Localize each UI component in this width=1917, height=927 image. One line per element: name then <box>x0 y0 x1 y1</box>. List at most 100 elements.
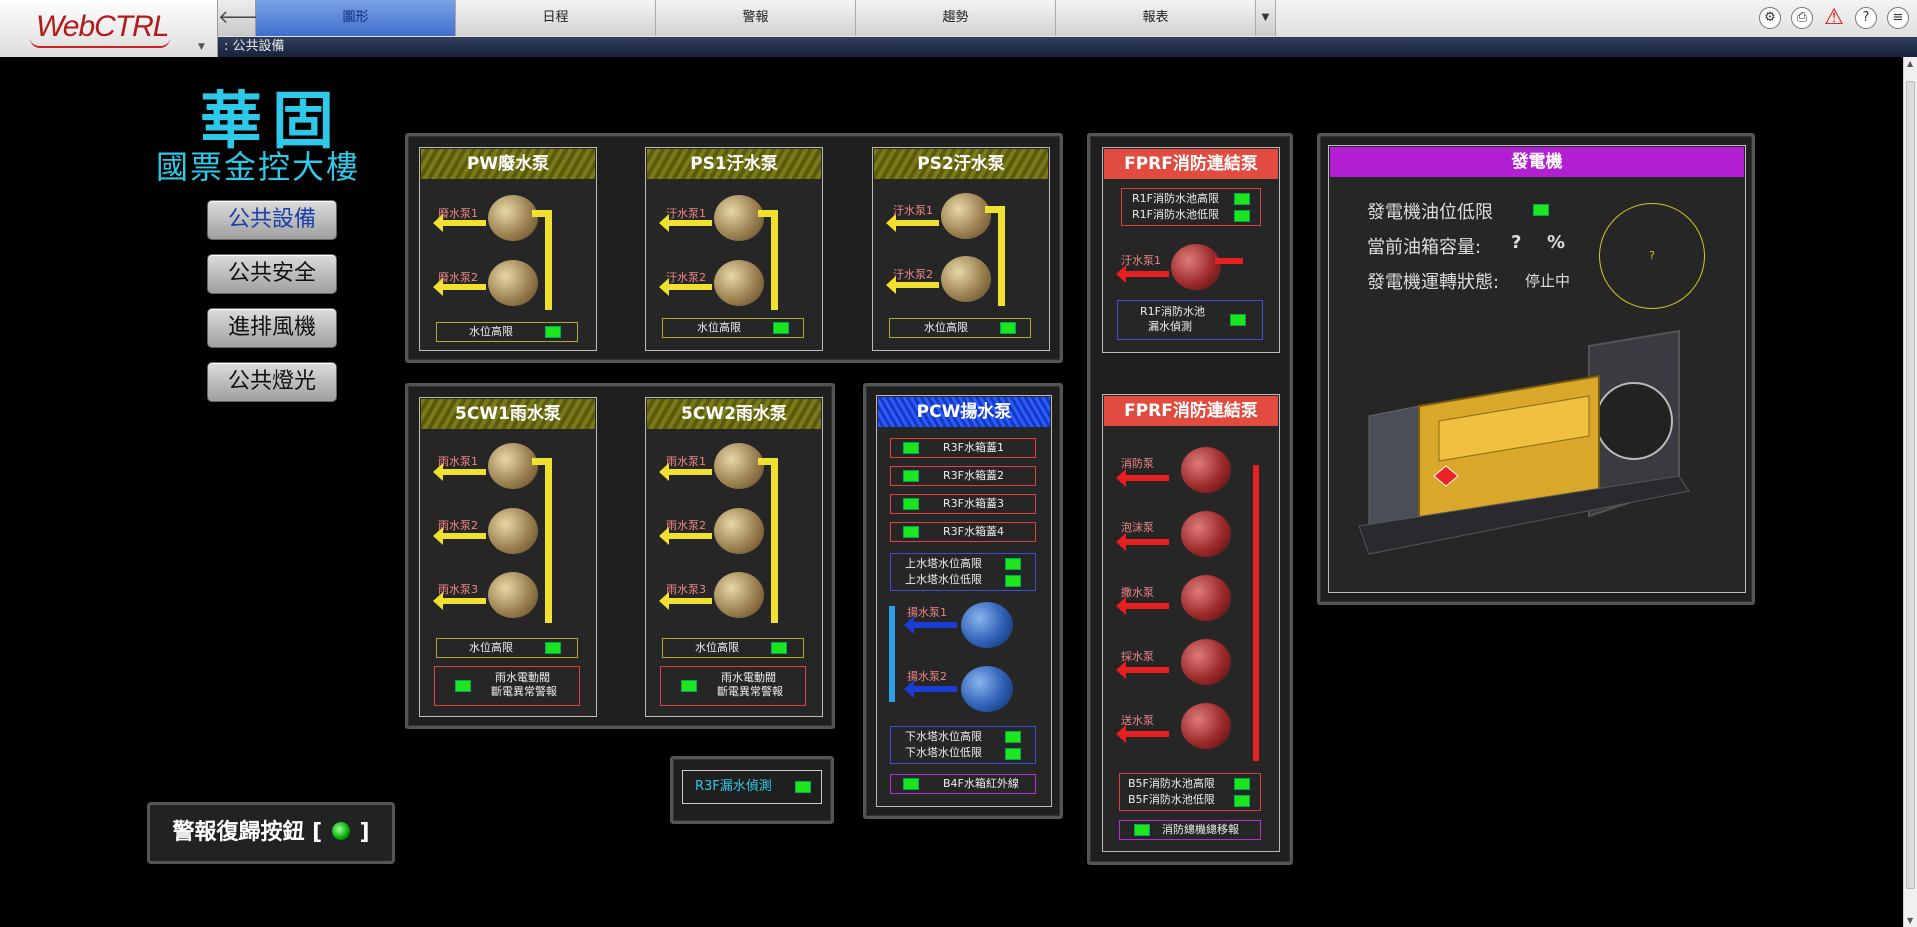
cw2-pump3-icon[interactable] <box>714 572 764 618</box>
cw2-title: 5CW2雨水泵 <box>647 399 821 429</box>
ps2-pump1-arrow <box>886 214 939 232</box>
pcw-pump1-icon[interactable] <box>961 602 1013 648</box>
tab-graphics[interactable]: 圖形 <box>256 0 456 36</box>
vertical-scrollbar[interactable]: ▲ ▼ <box>1903 57 1917 927</box>
pcw-tank2-label: R3F水箱蓋2 <box>943 469 1004 482</box>
pcw-tank4-label: R3F水箱蓋4 <box>943 525 1004 538</box>
tab-reports[interactable]: 報表 <box>1056 0 1256 36</box>
ps1-pump2-arrow <box>659 278 712 296</box>
nav-public-safety-button[interactable]: 公共安全 <box>207 254 337 294</box>
cw1-pump2-arrow <box>433 527 486 545</box>
logo-dropdown-icon[interactable]: ▼ <box>198 42 205 52</box>
pw-pump2-label: 廢水泵2 <box>438 271 478 284</box>
cw2-pipe-riser <box>771 458 778 623</box>
cw2-valve-led <box>681 680 697 692</box>
cw1-pipe-riser <box>545 458 552 623</box>
fprf1-r1f-level: R1F消防水池高限 R1F消防水池低限 <box>1121 188 1261 226</box>
pcw-tank1-label: R3F水箱蓋1 <box>943 441 1004 454</box>
nav-ventilation-button[interactable]: 進排風機 <box>207 308 337 348</box>
back-button[interactable]: 🡐 <box>218 0 266 36</box>
pw-pump1-label: 廢水泵1 <box>438 207 478 220</box>
pcw-tank1-led <box>903 442 919 454</box>
scroll-up-icon[interactable]: ▲ <box>1907 59 1913 68</box>
alarm-reset-led-icon <box>331 822 350 840</box>
pw-title: PW廢水泵 <box>421 149 595 179</box>
cw2-pump2-icon[interactable] <box>714 508 764 554</box>
cw1-pump1-icon[interactable] <box>488 443 538 489</box>
fprf1-pump-icon[interactable] <box>1171 244 1221 290</box>
fprf2-title: FPRF消防連結泵 <box>1104 396 1278 426</box>
scroll-thumb[interactable] <box>1906 81 1915 889</box>
ps2-pump1-label: 汙水泵1 <box>893 204 933 217</box>
ps1-pump2-icon[interactable] <box>714 260 764 306</box>
tabs-more-dropdown-icon[interactable]: ▼ <box>1256 0 1276 36</box>
print-icon[interactable]: ⎙ <box>1791 7 1813 29</box>
cw1-card: 5CW1雨水泵 雨水泵1 雨水泵2 雨水泵3 水位高限 雨水電動閥 斷電異常警報 <box>419 397 597 717</box>
fprf2-relay-label: 消防總機總移報 <box>1162 823 1239 836</box>
fprf2-pump2-icon[interactable] <box>1181 511 1231 557</box>
cw2-level-led <box>771 642 787 654</box>
fprf1-low-label: R1F消防水池低限 <box>1132 208 1219 221</box>
cw2-pump1-label: 雨水泵1 <box>666 455 706 468</box>
cw1-pump2-icon[interactable] <box>488 508 538 554</box>
fprf2-pump3-arrow <box>1116 597 1169 615</box>
pcw-pump2-icon[interactable] <box>961 666 1013 712</box>
pcw-lower-tower: 下水塔水位高限 下水塔水位低限 <box>890 726 1036 764</box>
ps2-pump2-arrow <box>886 276 939 294</box>
fprf2-pump1-icon[interactable] <box>1181 447 1231 493</box>
gen-tank-gauge: ? <box>1599 203 1705 309</box>
ps1-level-led <box>773 322 789 334</box>
cw2-pump1-icon[interactable] <box>714 443 764 489</box>
cw1-level-label: 水位高限 <box>469 641 513 654</box>
cw2-level-status: 水位高限 <box>662 638 804 658</box>
manual-override-icon[interactable]: ⚙ <box>1759 7 1781 29</box>
cw1-pump1-arrow <box>433 463 486 481</box>
fprf2-pump5-icon[interactable] <box>1181 703 1231 749</box>
fprf2-card: FPRF消防連結泵 消防泵 泡沫泵 撒水泵 採水泵 送水泵 B5F消防水池高限 B… <box>1102 394 1280 852</box>
fprf1-title: FPRF消防連結泵 <box>1104 149 1278 179</box>
alarm-warning-icon[interactable]: ⚠ <box>1823 7 1845 29</box>
ps2-card: PS2汙水泵 汙水泵1 汙水泵2 水位高限 <box>872 147 1050 351</box>
generator-card: 發電機 發電機油位低限 當前油箱容量: ? % 發電機運轉狀態: 停止中 ? <box>1328 145 1746 593</box>
main-tabs: 圖形 日程 警報 趨勢 報表 <box>256 0 1256 36</box>
pw-pump1-icon[interactable] <box>488 195 538 241</box>
tab-schedule[interactable]: 日程 <box>456 0 656 36</box>
generator-title: 發電機 <box>1330 147 1744 177</box>
help-icon[interactable]: ? <box>1855 7 1877 29</box>
tab-alarms[interactable]: 警報 <box>656 0 856 36</box>
ps1-pump1-arrow <box>659 214 712 232</box>
ps2-pump2-icon[interactable] <box>941 256 991 302</box>
pw-pipe-riser <box>545 210 552 310</box>
gen-oil-low-label: 發電機油位低限 <box>1367 202 1493 223</box>
fire-pumps-panel: FPRF消防連結泵 R1F消防水池高限 R1F消防水池低限 汙水泵1 R1F消防水… <box>1087 133 1293 865</box>
cw2-valve-alarm: 雨水電動閥 斷電異常警報 <box>660 666 806 706</box>
alarm-reset-button[interactable]: 警報復歸按鈕 [ ] <box>147 802 395 864</box>
pw-pump1-arrow <box>433 214 486 232</box>
fprf1-leak-led <box>1230 314 1246 326</box>
r3f-leak-label: R3F漏水偵測 <box>695 779 772 794</box>
scroll-down-icon[interactable]: ▼ <box>1907 916 1913 925</box>
pcw-pump1-arrow <box>904 616 957 634</box>
fprf2-pump4-icon[interactable] <box>1181 639 1231 685</box>
pw-pump2-icon[interactable] <box>488 260 538 306</box>
ps1-pump1-icon[interactable] <box>714 195 764 241</box>
cw1-pump3-icon[interactable] <box>488 572 538 618</box>
pcw-tank4-led <box>903 526 919 538</box>
r3f-leak-led <box>795 781 811 793</box>
ps2-level-label: 水位高限 <box>924 321 968 334</box>
tab-trends[interactable]: 趨勢 <box>856 0 1056 36</box>
webctrl-logo[interactable]: WebCTRL ▼ <box>0 0 218 57</box>
ps2-pump1-icon[interactable] <box>941 193 991 239</box>
fprf2-pump3-icon[interactable] <box>1181 575 1231 621</box>
nav-public-equipment-button[interactable]: 公共設備 <box>207 200 337 240</box>
ps1-card: PS1汙水泵 汙水泵1 汙水泵2 水位高限 <box>645 147 823 351</box>
menu-icon[interactable]: ≡ <box>1887 7 1909 29</box>
ps2-title: PS2汙水泵 <box>874 149 1048 179</box>
generator-panel: 發電機 發電機油位低限 當前油箱容量: ? % 發電機運轉狀態: 停止中 ? <box>1317 133 1755 605</box>
pcw-title: PCW揚水泵 <box>878 397 1050 427</box>
pcw-tank3-label: R3F水箱蓋3 <box>943 497 1004 510</box>
cw2-pump1-arrow <box>659 463 712 481</box>
cw2-level-label: 水位高限 <box>695 641 739 654</box>
nav-lighting-button[interactable]: 公共燈光 <box>207 362 337 402</box>
logo-swoosh <box>30 38 170 48</box>
